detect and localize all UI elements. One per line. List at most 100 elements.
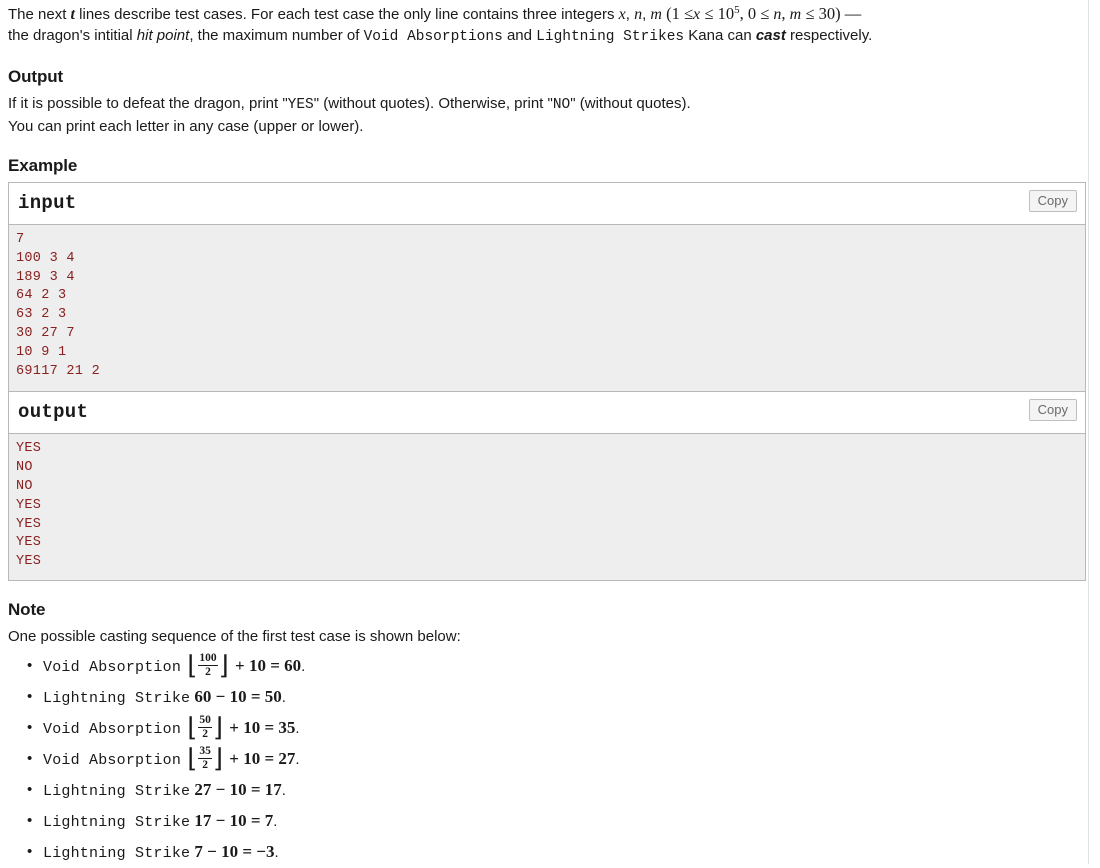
no-literal: NO	[552, 97, 571, 113]
fraction-denominator: 2	[205, 666, 211, 679]
le-icon: ≤	[760, 4, 770, 23]
intro-text-5: and	[502, 27, 537, 44]
input-title: input	[18, 192, 77, 214]
sample-input-data: 7 100 3 4 189 3 4 64 2 3 63 2 3 30 27 7 …	[9, 225, 1085, 392]
casting-sequence-list: Void Absorption ⌊1002⌋ + 10 = 60.Lightni…	[8, 651, 1082, 868]
constraint-one: 1	[671, 4, 684, 23]
equation: 7 − 10 = −3	[194, 841, 275, 861]
spell-name: Lightning Strike	[43, 844, 191, 862]
spell-name: Void Absorption	[43, 751, 182, 769]
casting-step-item: Void Absorption ⌊100 2 ⌋ + 10 = 60.	[27, 650, 1082, 682]
equation-tail: + 10 = 35	[225, 717, 296, 737]
input-format-paragraph: The next t lines describe test cases. Fo…	[8, 0, 1082, 48]
equation-tail: + 10 = 27	[225, 748, 296, 768]
em-dash: —	[844, 4, 862, 23]
floor-expression: ⌊ 35 2 ⌋	[187, 743, 224, 773]
floor-left-bracket-icon: ⌊	[187, 650, 198, 680]
casting-step-item: Lightning Strike 27 − 10 = 17.	[27, 775, 1082, 806]
le-icon: ≤	[683, 4, 694, 23]
casting-step-item: Lightning Strike 7 − 10 = −3.	[27, 837, 1082, 868]
equation: 27 − 10 = 17	[194, 779, 282, 799]
constraint-var-m: m	[789, 6, 802, 23]
output-section-heading: Output	[8, 67, 64, 86]
output-title-bar: output Copy	[9, 392, 1085, 435]
example-section-heading: Example	[8, 156, 78, 175]
fraction-denominator: 2	[202, 759, 208, 772]
output-title: output	[18, 401, 89, 424]
page-edge-divider	[1088, 0, 1089, 864]
constraint-zero: 0	[747, 4, 761, 23]
intro-text-2: lines describe test cases. For each test…	[75, 6, 619, 23]
floor-expression: ⌊ 100 2 ⌋	[187, 650, 229, 680]
output-text-3: " (without quotes).	[570, 95, 691, 112]
var-m: m	[650, 6, 662, 23]
equation-tail: + 10 = 60	[230, 655, 302, 675]
period: .	[274, 843, 279, 861]
spell-void-absorptions: Void Absorptions	[363, 29, 503, 45]
fraction-numerator: 35	[199, 744, 211, 757]
constraint-var-x: x	[693, 6, 701, 23]
period: .	[295, 719, 300, 737]
var-x: x	[618, 6, 626, 23]
spell-name: Lightning Strike	[43, 689, 191, 707]
le-icon: ≤	[704, 4, 714, 23]
le-icon: ≤	[805, 4, 815, 23]
sample-output-block: output Copy YES NO NO YES YES YES YES	[9, 391, 1085, 580]
sample-input-block: input Copy 7 100 3 4 189 3 4 64 2 3 63 2…	[9, 183, 1085, 392]
intro-comma-1: ,	[625, 6, 635, 23]
floor-right-bracket-icon: ⌋	[218, 650, 229, 680]
output-text-1: If it is possible to defeat the dragon, …	[8, 95, 288, 112]
constraint-thirty: 30	[818, 4, 836, 23]
period: .	[301, 657, 306, 675]
casting-step-item: Void Absorption ⌊502⌋ + 10 = 35.	[27, 712, 1082, 744]
intro-text-3: the dragon's intitial	[8, 27, 137, 44]
floor-right-bracket-icon: ⌋	[212, 743, 224, 773]
floor-right-bracket-icon: ⌋	[212, 712, 224, 742]
fraction-numerator: 50	[199, 713, 211, 726]
period: .	[281, 688, 286, 706]
casting-step-item: Lightning Strike 60 − 10 = 50.	[27, 682, 1082, 713]
sample-tests-container: input Copy 7 100 3 4 189 3 4 64 2 3 63 2…	[8, 182, 1086, 581]
cast-emphasis: cast	[755, 27, 786, 44]
sample-output-data: YES NO NO YES YES YES YES	[9, 434, 1085, 580]
fraction: 50 2	[198, 713, 212, 741]
constraint-open-paren: (	[661, 4, 672, 23]
casting-step-item: Lightning Strike 17 − 10 = 7.	[27, 806, 1082, 837]
constraint-ten: 10	[717, 4, 735, 23]
fraction: 35 2	[198, 744, 212, 772]
input-title-bar: input Copy	[9, 183, 1085, 225]
output-text-2: " (without quotes). Otherwise, print "	[313, 95, 553, 112]
note-section-heading: Note	[8, 599, 46, 619]
note-intro-paragraph: One possible casting sequence of the fir…	[8, 627, 461, 645]
spell-name: Void Absorption	[43, 720, 182, 738]
yes-literal: YES	[287, 97, 314, 113]
fraction-numerator: 100	[199, 651, 217, 664]
copy-output-button[interactable]: Copy	[1028, 399, 1077, 422]
floor-left-bracket-icon: ⌊	[187, 743, 198, 773]
constraint-close-paren: )	[835, 4, 845, 23]
floor-expression: ⌊ 50 2 ⌋	[187, 712, 224, 742]
spell-lightning-strikes: Lightning Strikes	[536, 29, 685, 45]
intro-text-1: The next	[8, 6, 71, 23]
spell-name: Void Absorption	[43, 658, 182, 676]
constraint-comma: ,	[739, 4, 748, 23]
output-description-paragraph: If it is possible to defeat the dragon, …	[8, 93, 1082, 116]
constraint-comma-2: ,	[781, 4, 790, 23]
intro-text-7: respectively.	[785, 27, 873, 44]
intro-text-6: Kana can	[684, 27, 756, 44]
equation: 17 − 10 = 7	[194, 810, 274, 830]
equation: 60 − 10 = 50	[194, 686, 282, 706]
intro-text-4: , the maximum number of	[189, 27, 364, 44]
copy-input-button[interactable]: Copy	[1028, 190, 1077, 212]
hit-point-emphasis: hit point	[136, 27, 190, 44]
floor-left-bracket-icon: ⌊	[187, 712, 198, 742]
spell-name: Lightning Strike	[43, 813, 191, 831]
period: .	[273, 812, 278, 830]
period: .	[281, 781, 286, 799]
fraction-denominator: 2	[202, 728, 208, 741]
problem-statement-content: The next t lines describe test cases. Fo…	[0, 0, 1092, 868]
casting-step-item: Void Absorption ⌊352⌋ + 10 = 27.	[27, 743, 1082, 775]
period: .	[295, 750, 300, 768]
var-n: n	[634, 6, 643, 23]
spell-name: Lightning Strike	[43, 782, 191, 800]
